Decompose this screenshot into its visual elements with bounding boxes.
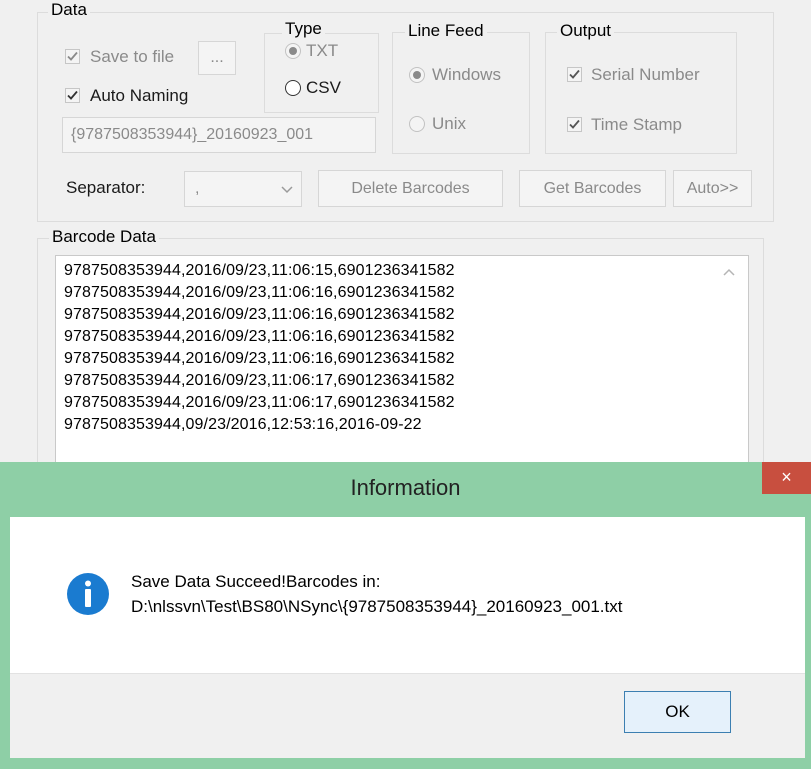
- checkmark-icon: [67, 51, 78, 61]
- txt-radio[interactable]: [285, 43, 301, 59]
- list-item: 9787508353944,2016/09/23,11:06:15,690123…: [64, 262, 455, 279]
- time-stamp-checkbox[interactable]: [567, 117, 582, 132]
- separator-value: ,: [195, 180, 200, 197]
- chevron-down-icon: [281, 186, 293, 194]
- scroll-up-arrow-icon[interactable]: [723, 268, 735, 276]
- checkmark-icon: [67, 90, 78, 100]
- csv-radio-label: CSV: [306, 78, 341, 97]
- list-item: 9787508353944,2016/09/23,11:06:17,690123…: [64, 394, 455, 411]
- auto-naming-label: Auto Naming: [90, 86, 189, 105]
- get-barcodes-button[interactable]: Get Barcodes: [519, 170, 666, 207]
- serial-number-label: Serial Number: [591, 65, 700, 84]
- dialog-message-line2: D:\nlssvn\Test\BS80\NSync\{9787508353944…: [131, 597, 623, 616]
- save-to-file-checkbox[interactable]: [65, 49, 80, 64]
- dialog-frame-bottom: [0, 758, 811, 769]
- auto-naming-checkbox[interactable]: [65, 88, 80, 103]
- type-legend: Type: [282, 19, 325, 39]
- list-item: 9787508353944,2016/09/23,11:06:16,690123…: [64, 328, 455, 345]
- unix-radio[interactable]: [409, 116, 425, 132]
- dialog-message-line1: Save Data Succeed!Barcodes in:: [131, 572, 381, 591]
- unix-radio-label: Unix: [432, 114, 467, 133]
- serial-number-checkbox[interactable]: [567, 67, 582, 82]
- auto-button[interactable]: Auto>>: [673, 170, 752, 207]
- separator-dropdown[interactable]: ,: [184, 171, 302, 207]
- checkmark-icon: [569, 69, 580, 79]
- browse-button[interactable]: ...: [198, 41, 236, 75]
- save-to-file-label: Save to file: [90, 47, 175, 66]
- close-button[interactable]: ×: [762, 462, 811, 494]
- data-legend: Data: [48, 0, 90, 20]
- list-item: 9787508353944,2016/09/23,11:06:17,690123…: [64, 372, 455, 389]
- output-groupbox: [545, 32, 737, 154]
- windows-radio-label: Windows: [432, 65, 501, 84]
- dialog-body: Save Data Succeed!Barcodes in: D:\nlssvn…: [10, 517, 805, 673]
- csv-radio[interactable]: [285, 80, 301, 96]
- barcode-data-list[interactable]: 9787508353944,2016/09/23,11:06:15,690123…: [55, 255, 749, 470]
- time-stamp-label: Time Stamp: [591, 115, 683, 134]
- info-icon: [67, 573, 109, 615]
- txt-radio-label: TXT: [306, 41, 339, 60]
- file-name-field[interactable]: {9787508353944}_20160923_001: [62, 117, 376, 153]
- windows-radio[interactable]: [409, 67, 425, 83]
- delete-barcodes-button[interactable]: Delete Barcodes: [318, 170, 503, 207]
- list-item: 9787508353944,2016/09/23,11:06:16,690123…: [64, 350, 455, 367]
- barcode-data-legend: Barcode Data: [49, 227, 159, 247]
- line-feed-groupbox: [392, 32, 530, 154]
- dialog-title: Information: [350, 475, 461, 500]
- information-dialog: Information × Save Data Succeed!Barcodes…: [0, 462, 811, 769]
- output-legend: Output: [557, 21, 615, 41]
- list-item: 9787508353944,2016/09/23,11:06:16,690123…: [64, 306, 455, 323]
- close-icon: ×: [781, 467, 792, 487]
- ok-button[interactable]: OK: [624, 691, 731, 733]
- list-item: 9787508353944,09/23/2016,12:53:16,2016-0…: [64, 416, 422, 433]
- separator-label: Separator:: [66, 178, 146, 197]
- line-feed-legend: Line Feed: [405, 21, 487, 41]
- dialog-frame-left: [0, 517, 10, 769]
- dialog-frame-right: [805, 517, 811, 769]
- checkmark-icon: [569, 119, 580, 129]
- list-item: 9787508353944,2016/09/23,11:06:16,690123…: [64, 284, 455, 301]
